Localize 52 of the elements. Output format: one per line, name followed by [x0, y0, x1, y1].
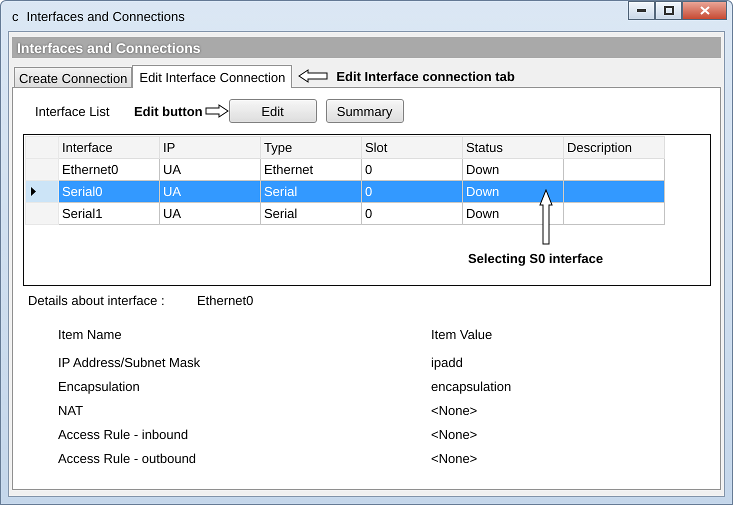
table-cell: 0	[362, 202, 462, 224]
table-cell: Serial0	[58, 180, 160, 202]
up-arrow-icon	[538, 189, 553, 245]
column-header[interactable]: Slot	[362, 136, 462, 158]
app-icon: c	[12, 8, 18, 24]
annotation-text: Selecting S0 interface	[468, 251, 604, 266]
column-header[interactable]: Type	[260, 136, 362, 158]
left-arrow-icon	[298, 69, 328, 83]
item-name: Encapsulation	[58, 379, 141, 396]
table-cell: Serial1	[58, 202, 160, 224]
annotation-text: Edit Interface connection tab	[336, 68, 515, 84]
maximize-button[interactable]	[655, 1, 682, 20]
column-header[interactable]: Interface	[58, 136, 160, 158]
item-name: IP Address/Subnet Mask	[58, 355, 202, 372]
item-name: NAT	[58, 403, 84, 420]
table-cell: Serial	[260, 202, 362, 224]
column-header: Item Name	[58, 327, 123, 344]
tab[interactable]: Create Connection	[14, 67, 132, 87]
column-header[interactable]: Description	[564, 136, 664, 158]
edit-button[interactable]: Edit	[228, 99, 317, 123]
item-name: Access Rule - outbound	[58, 451, 198, 468]
table-cell: UA	[160, 202, 260, 224]
annotation-text: Edit button	[134, 104, 203, 118]
table-cell: UA	[160, 180, 260, 202]
field-label: Interface List	[35, 104, 110, 118]
row-header[interactable]	[26, 180, 58, 202]
table-cell: Serial	[260, 180, 362, 202]
column-header[interactable]: IP	[160, 136, 260, 158]
item-name: Access Rule - inbound	[58, 427, 190, 444]
right-arrow-icon	[204, 104, 229, 118]
item-value: <None>	[431, 451, 478, 468]
item-value: ipadd	[431, 355, 464, 372]
item-value: encapsulation	[431, 379, 512, 396]
column-header[interactable]: Status	[462, 136, 564, 158]
tab[interactable]: Edit Interface Connection	[132, 65, 292, 88]
corner-cell	[26, 136, 58, 158]
column-header: Item Value	[431, 327, 494, 344]
summary-button[interactable]: Summary	[326, 99, 404, 123]
section-header: Interfaces and Connections	[12, 37, 721, 58]
table-cell: 0	[362, 180, 462, 202]
details-label: Details about interface :	[28, 293, 166, 308]
table-cell: Down	[462, 180, 564, 202]
minimize-icon	[637, 9, 646, 12]
details-value: Ethernet0	[197, 293, 254, 308]
window-title: Interfaces and Connections	[26, 8, 186, 24]
minimize-button[interactable]	[628, 1, 655, 20]
current-row-icon	[31, 187, 36, 196]
item-value: <None>	[431, 427, 478, 444]
maximize-icon	[664, 6, 674, 15]
item-value: <None>	[431, 403, 478, 420]
close-icon	[700, 6, 710, 15]
close-button[interactable]	[682, 1, 727, 20]
